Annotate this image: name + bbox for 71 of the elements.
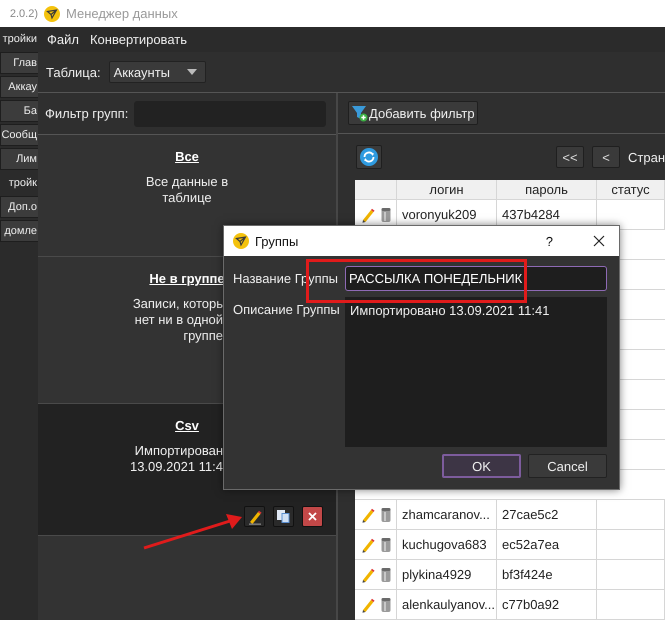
table-cell — [597, 500, 665, 530]
trash-icon[interactable] — [381, 206, 391, 222]
refresh-button[interactable] — [356, 145, 382, 170]
sidebar-button[interactable]: Доп.о — [0, 196, 38, 218]
field-label: Описание Группы — [233, 301, 341, 319]
sidebar-button[interactable]: Аккау — [0, 76, 38, 98]
help-button[interactable]: ? — [546, 234, 553, 248]
column-header[interactable]: статус — [597, 180, 665, 200]
column-header[interactable]: пароль — [497, 180, 597, 200]
add-filter-button[interactable]: Добавить фильтр — [348, 101, 478, 126]
window-title: 2.0.2) — [0, 0, 38, 27]
trash-icon[interactable] — [381, 536, 391, 552]
close-icon[interactable] — [593, 235, 605, 247]
menu-item[interactable]: Файл — [42, 32, 84, 47]
group-description: Записи, которь нет ни в одной группе — [132, 296, 223, 344]
sidebar-button[interactable]: Ба — [0, 100, 38, 122]
cancel-button[interactable]: Cancel — [528, 454, 607, 478]
sidebar-button[interactable]: Глав — [0, 52, 38, 74]
sidebar-heading: тройки — [2, 32, 38, 47]
trash-icon[interactable] — [381, 506, 391, 522]
table-cell — [597, 590, 665, 620]
edit-button[interactable] — [244, 506, 265, 527]
table-cell — [597, 560, 665, 590]
window-title: Менеджер данных — [66, 6, 178, 21]
pencil-icon[interactable] — [361, 536, 375, 552]
menu-item[interactable]: Конвертировать — [84, 32, 192, 47]
group-description-field[interactable]: Импортировано 13.09.2021 11:41 — [345, 297, 607, 447]
table-cell: kuchugova683 — [397, 530, 497, 560]
copy-icon — [276, 509, 291, 524]
table-cell: ec52a7ea — [497, 530, 597, 560]
group-name-field[interactable]: РАССЫЛКА ПОНЕДЕЛЬНИК — [345, 266, 607, 291]
group-title[interactable]: Не в группе — [149, 271, 225, 286]
table-cell: alenkaulyanov... — [397, 590, 497, 620]
delete-icon — [307, 511, 318, 522]
delete-button[interactable] — [302, 506, 323, 527]
group-title[interactable]: Все — [175, 149, 199, 164]
app-logo-icon — [233, 233, 249, 249]
table-cell: zhamcaranov... — [397, 500, 497, 530]
table-label: Таблица: — [46, 64, 101, 80]
sidebar-heading: тройк — [8, 176, 38, 191]
table-cell: bf3f424e — [497, 560, 597, 590]
ok-button[interactable]: OK — [442, 454, 521, 478]
table-dropdown[interactable]: Аккаунты — [108, 61, 206, 83]
sidebar-button[interactable]: домле — [0, 220, 38, 242]
table-cell — [597, 530, 665, 560]
group-description: Все данные в таблице — [144, 174, 230, 206]
pencil-icon[interactable] — [361, 566, 375, 582]
caret-icon — [186, 69, 197, 75]
pencil-icon — [248, 508, 262, 524]
first-page-button[interactable]: << — [556, 146, 584, 168]
table-cell: c77b0a92 — [497, 590, 597, 620]
sidebar-button[interactable]: Лим — [0, 148, 38, 170]
pencil-icon[interactable] — [361, 506, 375, 522]
column-header[interactable]: логин — [397, 180, 497, 200]
dialog-title: Группы — [255, 234, 298, 248]
group-description: Импортирован 13.09.2021 11:4 — [128, 443, 223, 475]
previous-page-button[interactable]: < — [592, 146, 620, 168]
group-filter-label: Фильтр групп: — [45, 106, 128, 121]
refresh-icon — [360, 148, 378, 166]
funnel-icon — [351, 104, 368, 122]
copy-button[interactable] — [273, 506, 294, 527]
app-logo-icon — [44, 6, 60, 22]
sidebar-button[interactable]: Сообщ — [0, 124, 38, 146]
group-title[interactable]: Csv — [175, 418, 199, 433]
page-label: Стран — [628, 150, 665, 165]
trash-icon[interactable] — [381, 566, 391, 582]
table-cell: 27cae5c2 — [497, 500, 597, 530]
pencil-icon[interactable] — [361, 596, 375, 612]
trash-icon[interactable] — [381, 596, 391, 612]
pencil-icon[interactable] — [361, 206, 375, 222]
table-cell: plykina4929 — [397, 560, 497, 590]
